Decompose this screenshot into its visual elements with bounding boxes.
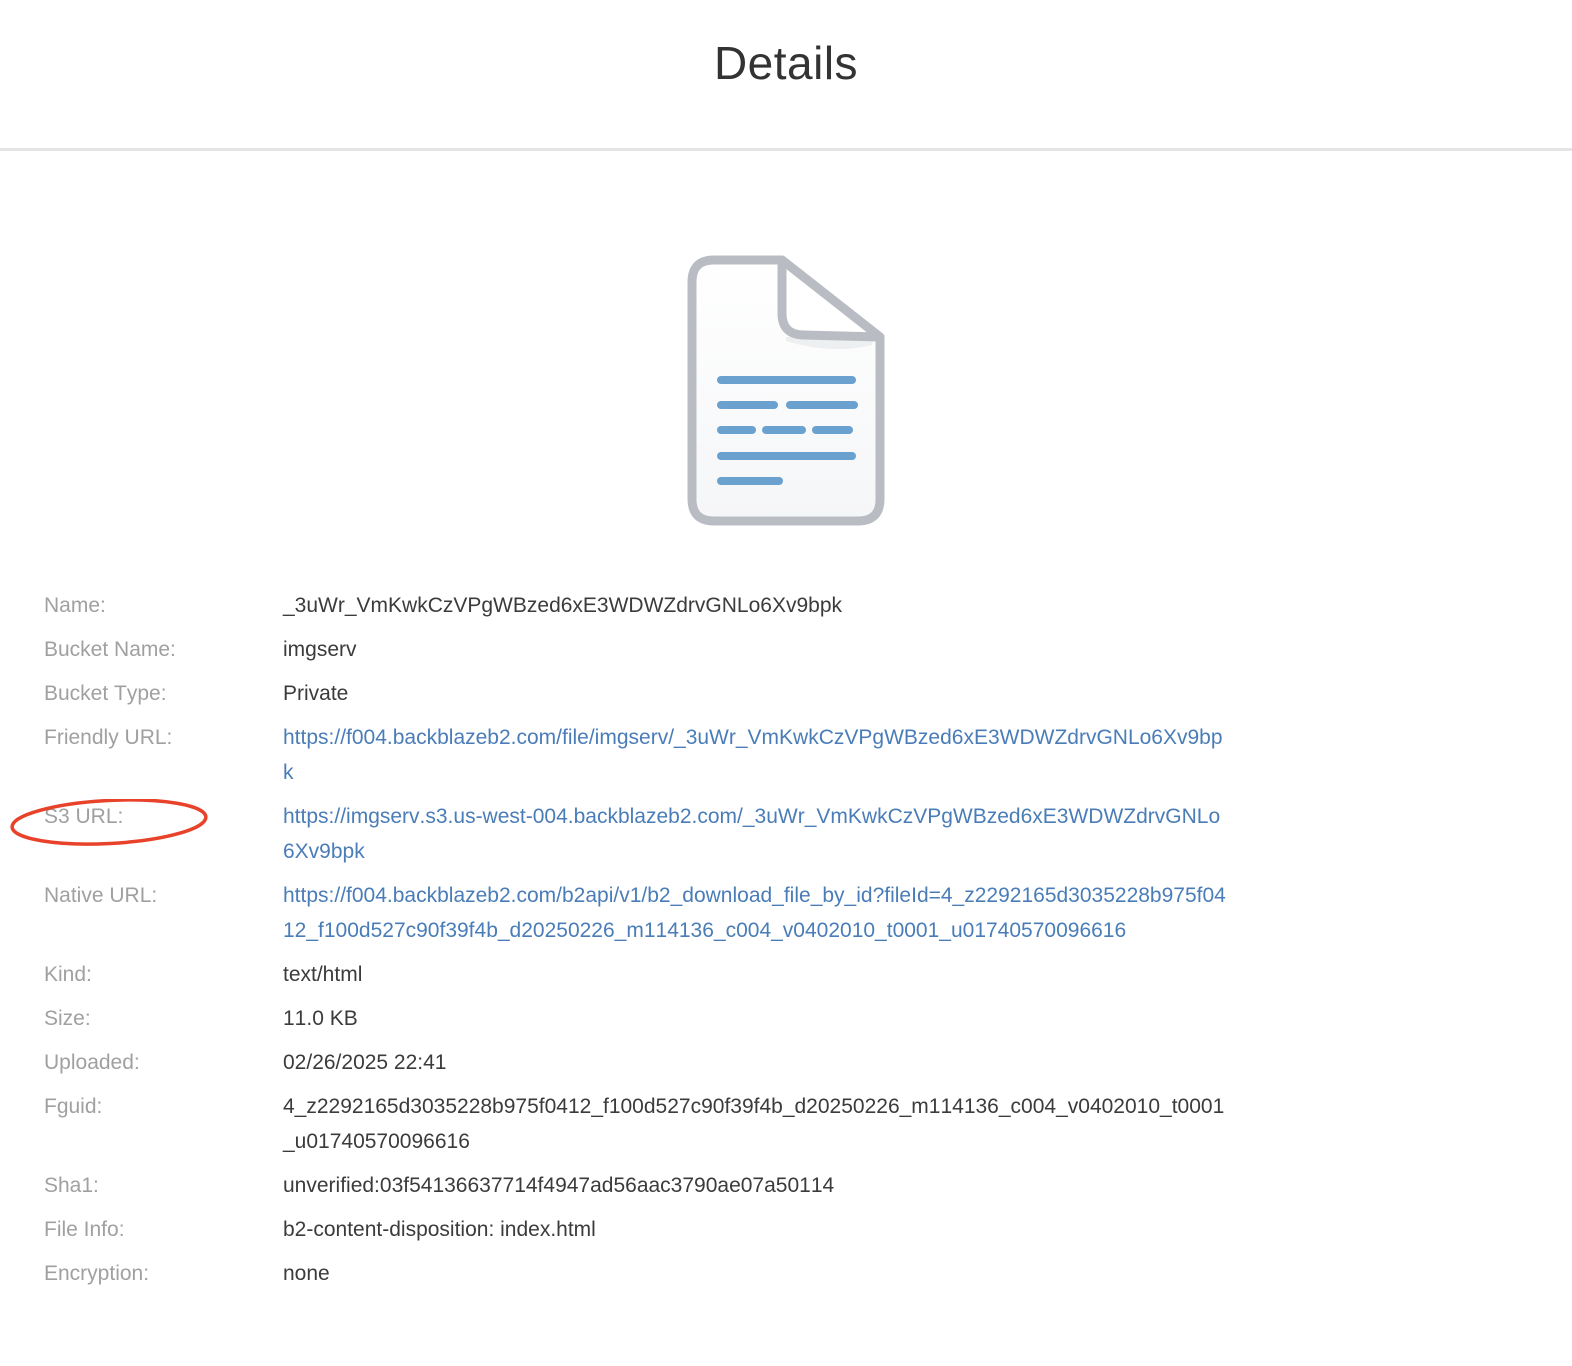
detail-label-cell: Uploaded:: [44, 1045, 283, 1080]
detail-label: Bucket Name:: [44, 638, 176, 661]
detail-row: Bucket Type: Private: [44, 676, 1572, 711]
detail-value: text/html: [283, 963, 362, 986]
detail-row: Encryption: none: [44, 1256, 1572, 1291]
detail-value: _3uWr_VmKwkCzVPgWBzed6xE3WDWZdrvGNLo6Xv9…: [283, 594, 842, 617]
detail-row: Size: 11.0 KB: [44, 1001, 1572, 1036]
detail-label: File Info:: [44, 1218, 125, 1241]
detail-row: S3 URL: https://imgserv.s3.us-west-004.b…: [44, 799, 1572, 869]
detail-value-cell: https://f004.backblazeb2.com/b2api/v1/b2…: [283, 878, 1229, 948]
detail-value-cell: unverified:03f54136637714f4947ad56aac379…: [283, 1168, 1229, 1203]
detail-value: none: [283, 1262, 330, 1285]
detail-label-cell: S3 URL:: [44, 799, 283, 869]
detail-label-cell: Encryption:: [44, 1256, 283, 1291]
detail-label-cell: Fguid:: [44, 1089, 283, 1159]
file-details-page: Details: [0, 0, 1572, 1366]
detail-url-link[interactable]: https://f004.backblazeb2.com/b2api/v1/b2…: [283, 884, 1226, 942]
detail-label: Native URL:: [44, 884, 157, 907]
detail-label-cell: Name:: [44, 588, 283, 623]
detail-value: 11.0 KB: [283, 1007, 358, 1030]
detail-row: Uploaded: 02/26/2025 22:41: [44, 1045, 1572, 1080]
details-list: Name: _3uWr_VmKwkCzVPgWBzed6xE3WDWZdrvGN…: [44, 588, 1572, 1291]
detail-label: S3 URL:: [44, 805, 123, 828]
detail-label-cell: Sha1:: [44, 1168, 283, 1203]
detail-row: File Info: b2-content-disposition: index…: [44, 1212, 1572, 1247]
detail-label: Sha1:: [44, 1174, 99, 1197]
detail-row: Sha1: unverified:03f54136637714f4947ad56…: [44, 1168, 1572, 1203]
detail-label: Size:: [44, 1007, 91, 1030]
detail-value: Private: [283, 682, 348, 705]
detail-value-cell: _3uWr_VmKwkCzVPgWBzed6xE3WDWZdrvGNLo6Xv9…: [283, 588, 1229, 623]
detail-value-cell: 4_z2292165d3035228b975f0412_f100d527c90f…: [283, 1089, 1229, 1159]
detail-label: Name:: [44, 594, 106, 617]
detail-label: Friendly URL:: [44, 726, 172, 749]
detail-row: Fguid: 4_z2292165d3035228b975f0412_f100d…: [44, 1089, 1572, 1159]
detail-value-cell: text/html: [283, 957, 1229, 992]
detail-label-cell: Kind:: [44, 957, 283, 992]
detail-row: Friendly URL: https://f004.backblazeb2.c…: [44, 720, 1572, 790]
detail-value-cell: https://f004.backblazeb2.com/file/imgser…: [283, 720, 1229, 790]
detail-label-cell: File Info:: [44, 1212, 283, 1247]
detail-value-cell: imgserv: [283, 632, 1229, 667]
detail-label-cell: Friendly URL:: [44, 720, 283, 790]
detail-value: unverified:03f54136637714f4947ad56aac379…: [283, 1174, 834, 1197]
detail-value: 02/26/2025 22:41: [283, 1051, 447, 1074]
detail-url-link[interactable]: https://f004.backblazeb2.com/file/imgser…: [283, 726, 1223, 784]
detail-label-cell: Native URL:: [44, 878, 283, 948]
detail-value-cell: https://imgserv.s3.us-west-004.backblaze…: [283, 799, 1229, 869]
detail-label: Fguid:: [44, 1095, 102, 1118]
page-title: Details: [0, 36, 1572, 90]
detail-label-cell: Size:: [44, 1001, 283, 1036]
detail-row: Bucket Name: imgserv: [44, 632, 1572, 667]
detail-value-cell: 02/26/2025 22:41: [283, 1045, 1229, 1080]
detail-url-link[interactable]: https://imgserv.s3.us-west-004.backblaze…: [283, 805, 1220, 863]
detail-label: Kind:: [44, 963, 92, 986]
details-header: Details: [0, 0, 1572, 148]
detail-label: Bucket Type:: [44, 682, 167, 705]
detail-value-cell: 11.0 KB: [283, 1001, 1229, 1036]
detail-row: Kind: text/html: [44, 957, 1572, 992]
detail-value-cell: none: [283, 1256, 1229, 1291]
detail-label-cell: Bucket Type:: [44, 676, 283, 711]
file-icon-container: [0, 255, 1572, 527]
detail-value: imgserv: [283, 638, 357, 661]
detail-value-cell: Private: [283, 676, 1229, 711]
detail-label: Encryption:: [44, 1262, 149, 1285]
detail-value-cell: b2-content-disposition: index.html: [283, 1212, 1229, 1247]
header-divider: [0, 148, 1572, 151]
detail-value: 4_z2292165d3035228b975f0412_f100d527c90f…: [283, 1095, 1224, 1153]
detail-row: Native URL: https://f004.backblazeb2.com…: [44, 878, 1572, 948]
detail-row: Name: _3uWr_VmKwkCzVPgWBzed6xE3WDWZdrvGN…: [44, 588, 1572, 623]
detail-value: b2-content-disposition: index.html: [283, 1218, 596, 1241]
document-file-icon: [686, 255, 886, 527]
detail-label: Uploaded:: [44, 1051, 140, 1074]
detail-label-cell: Bucket Name:: [44, 632, 283, 667]
